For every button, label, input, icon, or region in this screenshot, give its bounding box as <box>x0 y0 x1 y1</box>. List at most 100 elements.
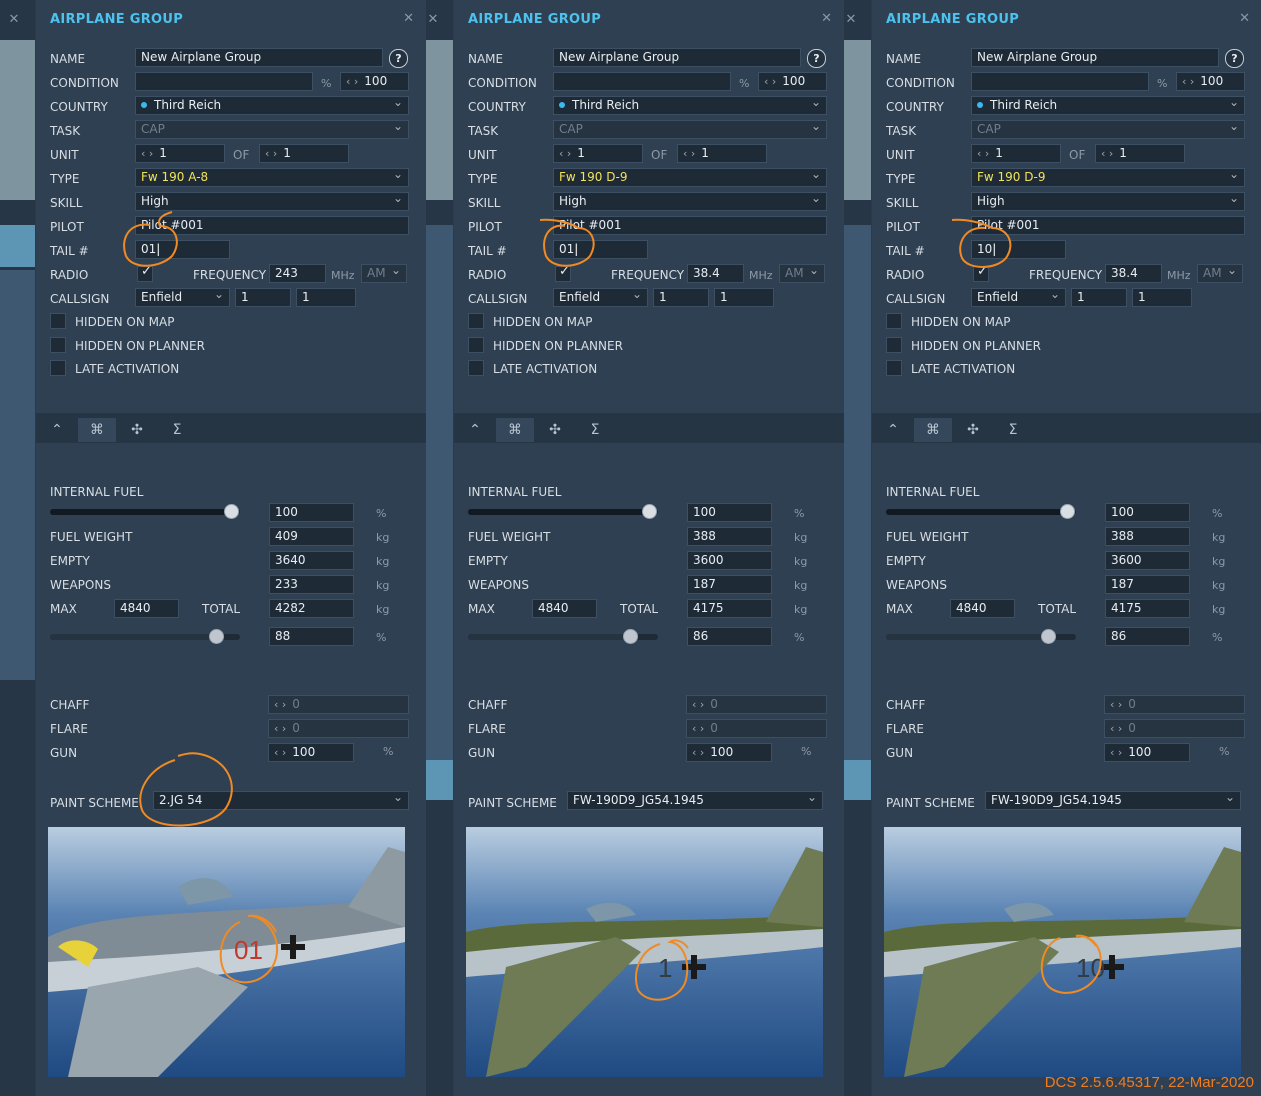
chaff-stepper[interactable]: ‹ › 0 <box>686 695 827 714</box>
close-icon[interactable]: ✕ <box>1239 11 1250 26</box>
close-icon[interactable]: ✕ <box>845 12 857 27</box>
tab-summary[interactable]: Σ <box>158 418 196 442</box>
stepper-arrows-icon[interactable]: ‹ › <box>141 147 153 160</box>
late-activation-checkbox[interactable] <box>468 360 484 376</box>
tab-failures[interactable]: ✣ <box>954 418 992 442</box>
help-icon[interactable]: ? <box>389 49 408 68</box>
stepper-arrows-icon[interactable]: ‹ › <box>1110 746 1122 759</box>
internal-fuel-slider[interactable] <box>50 504 240 519</box>
skill-dropdown[interactable]: High <box>971 192 1245 211</box>
tab-summary[interactable]: Σ <box>994 418 1032 442</box>
stepper-arrows-icon[interactable]: ‹ › <box>692 698 704 711</box>
tab-route[interactable]: ⌃ <box>38 418 76 442</box>
chaff-stepper[interactable]: ‹ › 0 <box>268 695 409 714</box>
tail-number-field[interactable]: 01| <box>553 240 648 259</box>
internal-fuel-slider-knob[interactable] <box>1060 504 1076 519</box>
pilot-field[interactable]: Pilot #001 <box>135 216 409 235</box>
internal-fuel-slider[interactable] <box>886 504 1076 519</box>
flare-stepper[interactable]: ‹ › 0 <box>686 719 827 738</box>
condition-stepper[interactable]: ‹ › 100 <box>758 72 827 91</box>
tab-route[interactable]: ⌃ <box>456 418 494 442</box>
unit-stepper[interactable]: ‹ › 1 <box>135 144 225 163</box>
late-activation-checkbox[interactable] <box>50 360 66 376</box>
tail-number-field[interactable]: 10| <box>971 240 1066 259</box>
paint-scheme-dropdown[interactable]: FW-190D9_JG54.1945 <box>567 791 823 810</box>
internal-fuel-slider-knob[interactable] <box>642 504 658 519</box>
flare-stepper[interactable]: ‹ › 0 <box>1104 719 1245 738</box>
stepper-arrows-icon[interactable]: ‹ › <box>764 75 776 88</box>
frequency-field[interactable]: 243 <box>269 264 326 283</box>
condition-field[interactable] <box>553 72 731 91</box>
flare-stepper[interactable]: ‹ › 0 <box>268 719 409 738</box>
help-icon[interactable]: ? <box>807 49 826 68</box>
stepper-arrows-icon[interactable]: ‹ › <box>692 746 704 759</box>
type-dropdown[interactable]: Fw 190 D-9 <box>971 168 1245 187</box>
skill-dropdown[interactable]: High <box>553 192 827 211</box>
hidden-on-map-checkbox[interactable] <box>886 313 902 329</box>
type-dropdown[interactable]: Fw 190 D-9 <box>553 168 827 187</box>
condition-stepper[interactable]: ‹ › 100 <box>1176 72 1245 91</box>
stepper-arrows-icon[interactable]: ‹ › <box>683 147 695 160</box>
internal-fuel-field[interactable]: 100 <box>687 503 772 522</box>
close-icon[interactable]: ✕ <box>8 12 20 27</box>
callsign-number-1[interactable]: 1 <box>235 288 291 307</box>
stepper-arrows-icon[interactable]: ‹ › <box>274 698 286 711</box>
skill-dropdown[interactable]: High <box>135 192 409 211</box>
pilot-field[interactable]: Pilot #001 <box>971 216 1245 235</box>
unit-stepper[interactable]: ‹ › 1 <box>553 144 643 163</box>
hidden-on-planner-checkbox[interactable] <box>886 337 902 353</box>
stepper-arrows-icon[interactable]: ‹ › <box>692 722 704 735</box>
stepper-arrows-icon[interactable]: ‹ › <box>1110 722 1122 735</box>
paint-scheme-dropdown[interactable]: 2.JG 54 <box>153 791 409 810</box>
callsign-number-2[interactable]: 1 <box>1132 288 1192 307</box>
modulation-dropdown[interactable]: AM <box>1197 264 1243 283</box>
tab-payload[interactable]: ⌘ <box>914 418 952 442</box>
hidden-on-map-checkbox[interactable] <box>50 313 66 329</box>
name-field[interactable]: New Airplane Group <box>971 48 1219 67</box>
stepper-arrows-icon[interactable]: ‹ › <box>977 147 989 160</box>
callsign-dropdown[interactable]: Enfield <box>971 288 1066 307</box>
stepper-arrows-icon[interactable]: ‹ › <box>265 147 277 160</box>
internal-fuel-field[interactable]: 100 <box>1105 503 1190 522</box>
modulation-dropdown[interactable]: AM <box>779 264 825 283</box>
condition-stepper[interactable]: ‹ › 100 <box>340 72 409 91</box>
internal-fuel-field[interactable]: 100 <box>269 503 354 522</box>
tab-payload[interactable]: ⌘ <box>78 418 116 442</box>
type-dropdown[interactable]: Fw 190 A-8 <box>135 168 409 187</box>
radio-checkbox[interactable]: ✓ <box>137 264 153 282</box>
stepper-arrows-icon[interactable]: ‹ › <box>346 75 358 88</box>
stepper-arrows-icon[interactable]: ‹ › <box>1182 75 1194 88</box>
unit-of-stepper[interactable]: ‹ › 1 <box>259 144 349 163</box>
callsign-number-1[interactable]: 1 <box>1071 288 1127 307</box>
hidden-on-planner-checkbox[interactable] <box>468 337 484 353</box>
tab-summary[interactable]: Σ <box>576 418 614 442</box>
task-dropdown[interactable]: CAP <box>553 120 827 139</box>
chaff-stepper[interactable]: ‹ › 0 <box>1104 695 1245 714</box>
country-dropdown[interactable]: Third Reich <box>135 96 409 115</box>
gun-stepper[interactable]: ‹ › 100 <box>686 743 772 762</box>
unit-stepper[interactable]: ‹ › 1 <box>971 144 1061 163</box>
unit-of-stepper[interactable]: ‹ › 1 <box>1095 144 1185 163</box>
internal-fuel-slider-knob[interactable] <box>224 504 240 519</box>
country-dropdown[interactable]: Third Reich <box>971 96 1245 115</box>
callsign-number-2[interactable]: 1 <box>296 288 356 307</box>
hidden-on-planner-checkbox[interactable] <box>50 337 66 353</box>
stepper-arrows-icon[interactable]: ‹ › <box>274 722 286 735</box>
tab-payload[interactable]: ⌘ <box>496 418 534 442</box>
gun-stepper[interactable]: ‹ › 100 <box>268 743 354 762</box>
radio-checkbox[interactable]: ✓ <box>555 264 571 282</box>
task-dropdown[interactable]: CAP <box>135 120 409 139</box>
stepper-arrows-icon[interactable]: ‹ › <box>559 147 571 160</box>
gun-stepper[interactable]: ‹ › 100 <box>1104 743 1190 762</box>
tab-failures[interactable]: ✣ <box>118 418 156 442</box>
stepper-arrows-icon[interactable]: ‹ › <box>1101 147 1113 160</box>
modulation-dropdown[interactable]: AM <box>361 264 407 283</box>
unit-of-stepper[interactable]: ‹ › 1 <box>677 144 767 163</box>
callsign-number-2[interactable]: 1 <box>714 288 774 307</box>
country-dropdown[interactable]: Third Reich <box>553 96 827 115</box>
name-field[interactable]: New Airplane Group <box>135 48 383 67</box>
close-icon[interactable]: ✕ <box>427 12 439 27</box>
frequency-field[interactable]: 38.4 <box>687 264 744 283</box>
pilot-field[interactable]: Pilot #001 <box>553 216 827 235</box>
callsign-number-1[interactable]: 1 <box>653 288 709 307</box>
